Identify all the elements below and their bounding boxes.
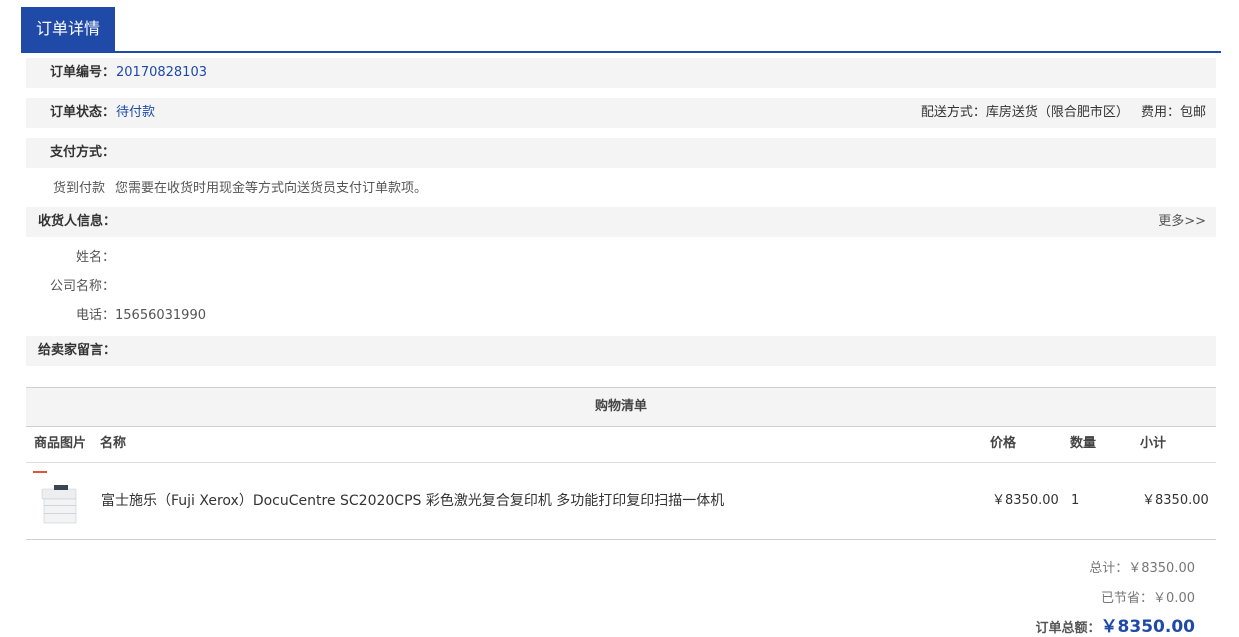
receiver-phone-value: 15656031990 bbox=[115, 308, 206, 323]
summary-saved-label: 已节省： bbox=[1101, 591, 1154, 606]
product-name[interactable]: 富士施乐（Fuji Xerox）DocuCentre SC2020CPS 彩色激… bbox=[101, 463, 724, 539]
tab-bar: 订单详情 bbox=[21, 7, 1221, 53]
header-name: 名称 bbox=[100, 436, 127, 451]
message-row: 给卖家留言： bbox=[26, 336, 1216, 366]
order-number-row: 订单编号： 20170828103 bbox=[26, 58, 1216, 88]
summary-saved-value: ￥0.00 bbox=[1153, 591, 1195, 606]
product-price: ￥8350.00 bbox=[992, 493, 1059, 508]
cart-table-header: 商品图片 名称 价格 数量 小计 bbox=[26, 426, 1216, 463]
order-status-label: 订单状态： bbox=[50, 105, 116, 120]
header-price: 价格 bbox=[990, 436, 1017, 451]
cart-title: 购物清单 bbox=[26, 387, 1216, 427]
shipping-fee: 费用：包邮 bbox=[1140, 105, 1206, 120]
receiver-name-label: 姓名： bbox=[76, 250, 116, 265]
payment-detail: 货到付款 您需要在收货时用现金等方式向送货员支付订单款项。 bbox=[26, 176, 626, 202]
summary-total-value: ￥8350.00 bbox=[1128, 561, 1195, 576]
summary-total-label: 总计： bbox=[1089, 561, 1129, 576]
product-subtotal: ￥8350.00 bbox=[1142, 493, 1209, 508]
receiver-phone-row: 电话： 15656031990 bbox=[26, 303, 626, 329]
message-label: 给卖家留言： bbox=[38, 343, 117, 358]
summary-saved: 已节省：￥0.00 bbox=[1101, 587, 1195, 606]
payment-label: 支付方式： bbox=[50, 145, 116, 160]
payment-description: 您需要在收货时用现金等方式向送货员支付订单款项。 bbox=[115, 181, 428, 196]
payment-row: 支付方式： bbox=[26, 138, 1216, 168]
tab-order-detail[interactable]: 订单详情 bbox=[21, 7, 115, 51]
printer-product-image[interactable] bbox=[30, 469, 84, 525]
payment-method: 货到付款 bbox=[53, 181, 106, 196]
order-status-row: 订单状态： 待付款 配送方式：库房送货（限合肥市区） 费用：包邮 bbox=[26, 98, 1216, 128]
delivery-fee: 配送方式：库房送货（限合肥市区） 费用：包邮 bbox=[921, 98, 1206, 128]
table-row: 富士施乐（Fuji Xerox）DocuCentre SC2020CPS 彩色激… bbox=[26, 463, 1216, 540]
receiver-company-row: 公司名称： bbox=[26, 274, 626, 300]
receiver-name-row: 姓名： bbox=[26, 245, 626, 271]
summary-order-total: 订单总额：￥8350.00 bbox=[1036, 612, 1195, 637]
order-status-value: 待付款 bbox=[116, 105, 156, 120]
more-link[interactable]: 更多>> bbox=[1158, 207, 1206, 237]
summary-total: 总计：￥8350.00 bbox=[1089, 557, 1195, 576]
header-subtotal: 小计 bbox=[1140, 436, 1167, 451]
order-number-value: 20170828103 bbox=[116, 65, 207, 80]
receiver-company-label: 公司名称： bbox=[50, 279, 116, 294]
header-qty: 数量 bbox=[1070, 436, 1097, 451]
order-number-label: 订单编号： bbox=[50, 65, 116, 80]
delivery-method: 配送方式：库房送货（限合肥市区） bbox=[920, 105, 1129, 120]
header-image: 商品图片 bbox=[34, 436, 87, 451]
order-total-value: ￥8350.00 bbox=[1100, 617, 1195, 637]
order-total-label: 订单总额： bbox=[1035, 621, 1101, 636]
receiver-phone-label: 电话： bbox=[76, 308, 116, 323]
product-qty: 1 bbox=[1071, 493, 1080, 508]
receiver-row: 收货人信息： 更多>> bbox=[26, 207, 1216, 237]
receiver-label: 收货人信息： bbox=[38, 214, 117, 229]
